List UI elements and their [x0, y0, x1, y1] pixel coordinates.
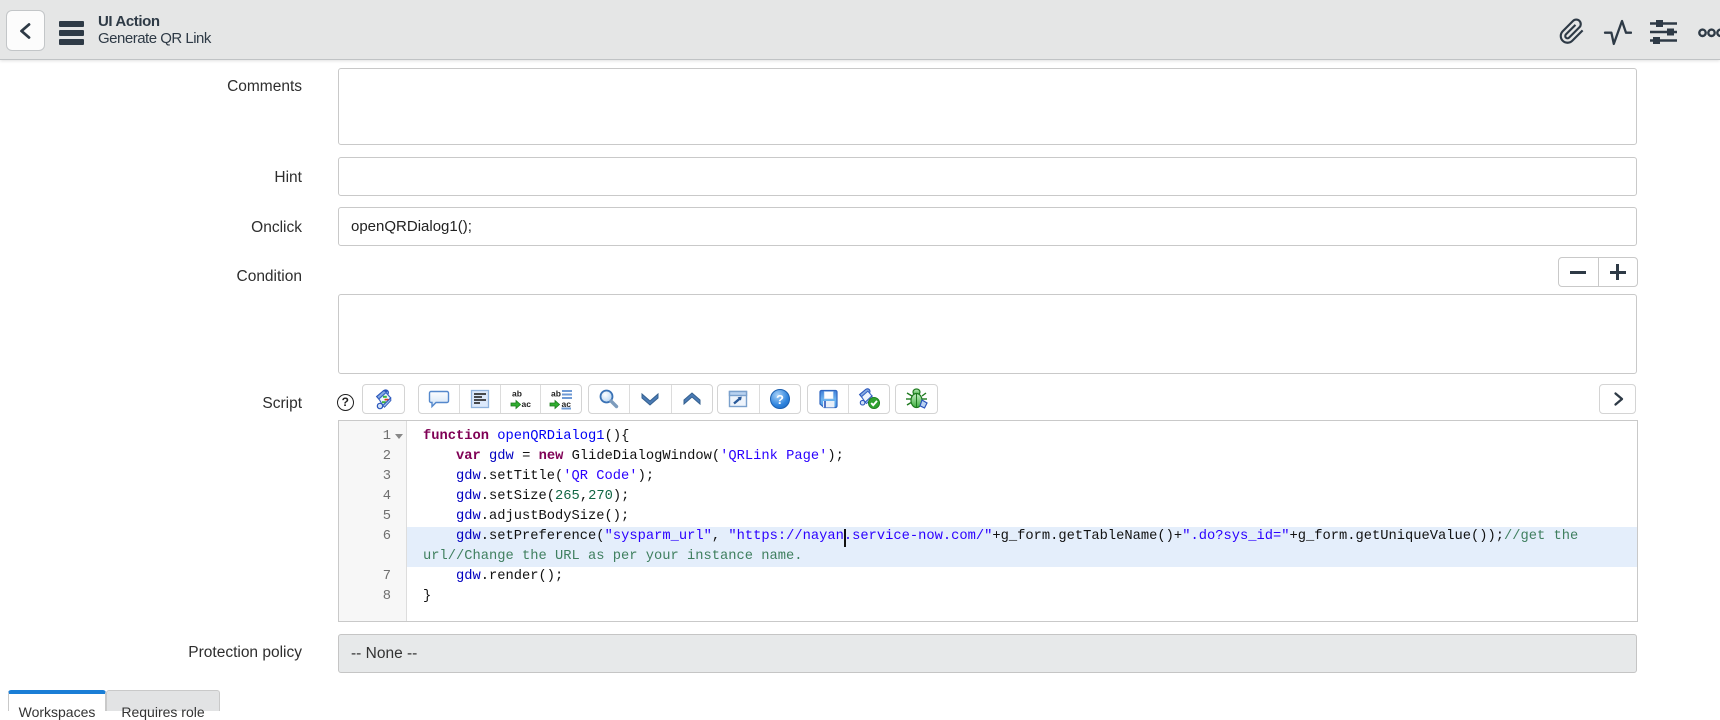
svg-text:ac: ac — [522, 399, 532, 409]
svg-text:ab: ab — [551, 389, 561, 399]
svg-text:?: ? — [776, 392, 784, 407]
svg-text:ab: ab — [512, 389, 522, 399]
